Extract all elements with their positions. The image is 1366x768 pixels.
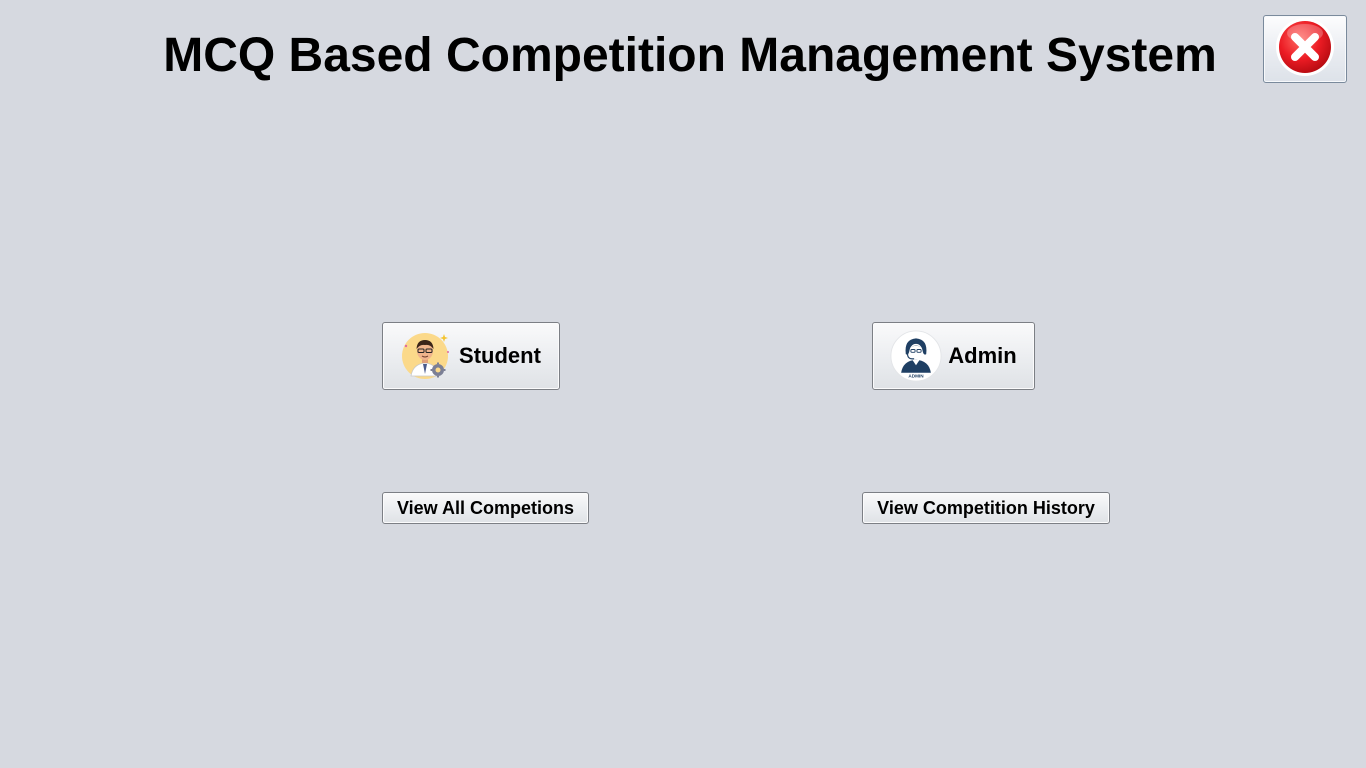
close-icon bbox=[1274, 16, 1336, 83]
page-title: MCQ Based Competition Management System bbox=[163, 29, 1217, 82]
view-competition-history-label: View Competition History bbox=[877, 497, 1095, 518]
student-button-label: Student bbox=[459, 343, 541, 368]
view-competition-history-button[interactable]: View Competition History bbox=[862, 492, 1110, 524]
admin-avatar-icon: ADMIN bbox=[890, 330, 942, 382]
student-button[interactable]: Student bbox=[382, 322, 560, 390]
close-button[interactable] bbox=[1263, 15, 1347, 83]
admin-button-label: Admin bbox=[948, 343, 1017, 368]
admin-icon-text: ADMIN bbox=[909, 373, 925, 378]
admin-button[interactable]: ADMIN Admin bbox=[872, 322, 1035, 390]
main-window: MCQ Based Competition Management System bbox=[0, 0, 1366, 768]
view-all-competitions-button[interactable]: View All Competions bbox=[382, 492, 589, 524]
student-avatar-icon bbox=[401, 330, 453, 382]
view-all-competitions-label: View All Competions bbox=[396, 497, 575, 518]
